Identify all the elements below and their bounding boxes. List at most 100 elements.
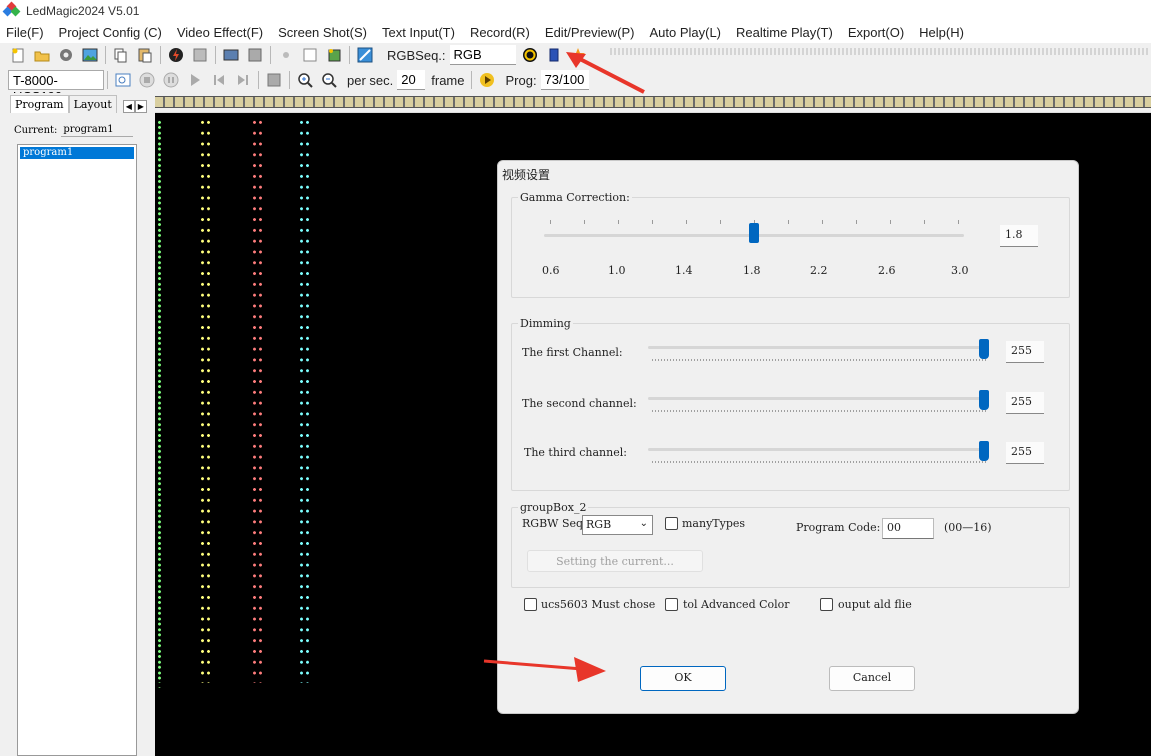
- gamma-tick-label: 2.2: [810, 264, 828, 277]
- menu-screen-shot[interactable]: Screen Shot(S): [278, 25, 367, 40]
- menu-video-effect[interactable]: Video Effect(F): [177, 25, 263, 40]
- first-channel-slider-ticks: [652, 359, 986, 361]
- second-channel-slider-ticks: [652, 410, 986, 412]
- third-channel-slider-track[interactable]: [648, 448, 988, 451]
- fps-field[interactable]: 20: [397, 70, 426, 90]
- second-channel-slider-track[interactable]: [648, 397, 988, 400]
- rgbseq-field[interactable]: RGB: [449, 45, 516, 65]
- apply-play-icon[interactable]: [477, 70, 497, 90]
- ucs5603-checkbox[interactable]: [524, 598, 537, 611]
- tab-layout[interactable]: Layout: [68, 95, 117, 113]
- menu-project-config[interactable]: Project Config (C): [59, 25, 162, 40]
- pause-icon[interactable]: [161, 70, 181, 90]
- export-image-icon[interactable]: [324, 45, 344, 65]
- output-ald-file-label: ouput ald flie: [838, 598, 912, 611]
- menu-realtime-play[interactable]: Realtime Play(T): [736, 25, 833, 40]
- gamma-slider-thumb[interactable]: [749, 223, 759, 243]
- program-code-label: Program Code:: [796, 521, 881, 534]
- toolbar-separator: [107, 71, 108, 89]
- menu-edit-preview[interactable]: Edit/Preview(P): [545, 25, 635, 40]
- menu-help[interactable]: Help(H): [919, 25, 964, 40]
- gamma-tick-label: 1.4: [675, 264, 693, 277]
- ucs5603-label: ucs5603 Must chose: [541, 598, 656, 611]
- third-channel-value-field[interactable]: 255: [1006, 442, 1044, 464]
- gamma-tick-label: 1.0: [608, 264, 626, 277]
- rgbw-seq-select[interactable]: RGB ⌄: [582, 515, 653, 535]
- ok-button[interactable]: OK: [640, 666, 726, 691]
- record-dot-icon[interactable]: [276, 45, 296, 65]
- menu-text-input[interactable]: Text Input(T): [382, 25, 455, 40]
- app-window: LedMagic2024 V5.01 File(F) Project Confi…: [0, 0, 1151, 756]
- window-title: LedMagic2024 V5.01: [26, 4, 140, 18]
- many-types-label: manyTypes: [682, 517, 746, 530]
- first-channel-slider-thumb[interactable]: [979, 339, 989, 359]
- gamma-value-field[interactable]: 1.8: [1000, 225, 1038, 247]
- setting-current-button[interactable]: Setting the current...: [527, 550, 703, 572]
- menu-record[interactable]: Record(R): [470, 25, 530, 40]
- toolbar-separator: [349, 46, 350, 64]
- gamma-caption: Gamma Correction:: [518, 191, 632, 204]
- first-channel-label: The first Channel:: [522, 346, 623, 359]
- led-column-red: [259, 117, 262, 683]
- paste-icon[interactable]: [135, 45, 155, 65]
- first-channel-slider-track[interactable]: [648, 346, 988, 349]
- advanced-color-checkbox[interactable]: [665, 598, 678, 611]
- toolbar-separator: [258, 71, 259, 89]
- cancel-button[interactable]: Cancel: [829, 666, 915, 691]
- screen-region-icon[interactable]: [245, 45, 265, 65]
- led-column-yellow: [207, 117, 210, 683]
- gamma-tick-label: 2.6: [878, 264, 896, 277]
- list-item[interactable]: program1: [20, 147, 134, 159]
- toolbar-separator: [471, 71, 473, 89]
- stop-icon[interactable]: [190, 45, 210, 65]
- tab-scroll-arrows: ◀ ▶: [122, 100, 147, 113]
- device-selector[interactable]: T-8000-UCS190: [8, 70, 104, 104]
- output-ald-file-checkbox[interactable]: [820, 598, 833, 611]
- edit-panel-icon[interactable]: [355, 45, 375, 65]
- second-channel-slider-thumb[interactable]: [979, 390, 989, 410]
- frame-label: frame: [431, 72, 465, 88]
- gamma-tick-label: 1.8: [743, 264, 761, 277]
- second-channel-value-field[interactable]: 255: [1006, 392, 1044, 414]
- third-channel-label: The third channel:: [524, 446, 627, 459]
- current-program-field[interactable]: program1: [61, 123, 134, 137]
- play-icon[interactable]: [185, 70, 205, 90]
- third-channel-slider-thumb[interactable]: [979, 441, 989, 461]
- frame-icon[interactable]: [300, 45, 320, 65]
- new-file-icon[interactable]: [8, 45, 28, 65]
- first-channel-value-field[interactable]: 255: [1006, 341, 1044, 363]
- fullscreen-icon[interactable]: [264, 70, 284, 90]
- screen-capture-icon[interactable]: [221, 45, 241, 65]
- stop-circle-icon[interactable]: [137, 70, 157, 90]
- led-column-yellow: [201, 117, 204, 683]
- toolbar-separator: [160, 46, 161, 64]
- many-types-checkbox[interactable]: [665, 517, 678, 530]
- zoom-in-icon[interactable]: [295, 70, 315, 90]
- image-icon[interactable]: [80, 45, 100, 65]
- copy-icon[interactable]: [111, 45, 131, 65]
- skip-forward-icon[interactable]: [233, 70, 253, 90]
- color-circle-icon[interactable]: [520, 45, 540, 65]
- per-sec-label: per sec.: [347, 72, 394, 88]
- settings-gear-icon[interactable]: [56, 45, 76, 65]
- dialog-title: 视频设置: [502, 168, 551, 182]
- tab-scroll-right-icon[interactable]: ▶: [134, 100, 147, 113]
- open-folder-icon[interactable]: [32, 45, 52, 65]
- toolbar-separator: [215, 46, 216, 64]
- tab-scroll-left-icon[interactable]: ◀: [122, 100, 135, 113]
- tab-program[interactable]: Program: [10, 95, 69, 113]
- flash-icon[interactable]: [166, 45, 186, 65]
- second-channel-label: The second channel:: [522, 397, 637, 410]
- program-code-field[interactable]: 00: [882, 518, 934, 539]
- menu-auto-play[interactable]: Auto Play(L): [649, 25, 721, 40]
- program-list[interactable]: program1: [17, 144, 137, 756]
- toolbar-grip: [610, 48, 1150, 55]
- gamma-group: Gamma Correction: 1.8 0.6 1.0 1.4 1.8 2.…: [511, 191, 1070, 298]
- rgbseq-label: RGBSeq.:: [387, 47, 446, 63]
- menu-export[interactable]: Export(O): [848, 25, 904, 40]
- menu-file[interactable]: File(F): [6, 25, 44, 40]
- current-label: Current:: [14, 124, 58, 136]
- zoom-out-icon[interactable]: [319, 70, 339, 90]
- preview-icon[interactable]: [113, 70, 133, 90]
- skip-back-icon[interactable]: [209, 70, 229, 90]
